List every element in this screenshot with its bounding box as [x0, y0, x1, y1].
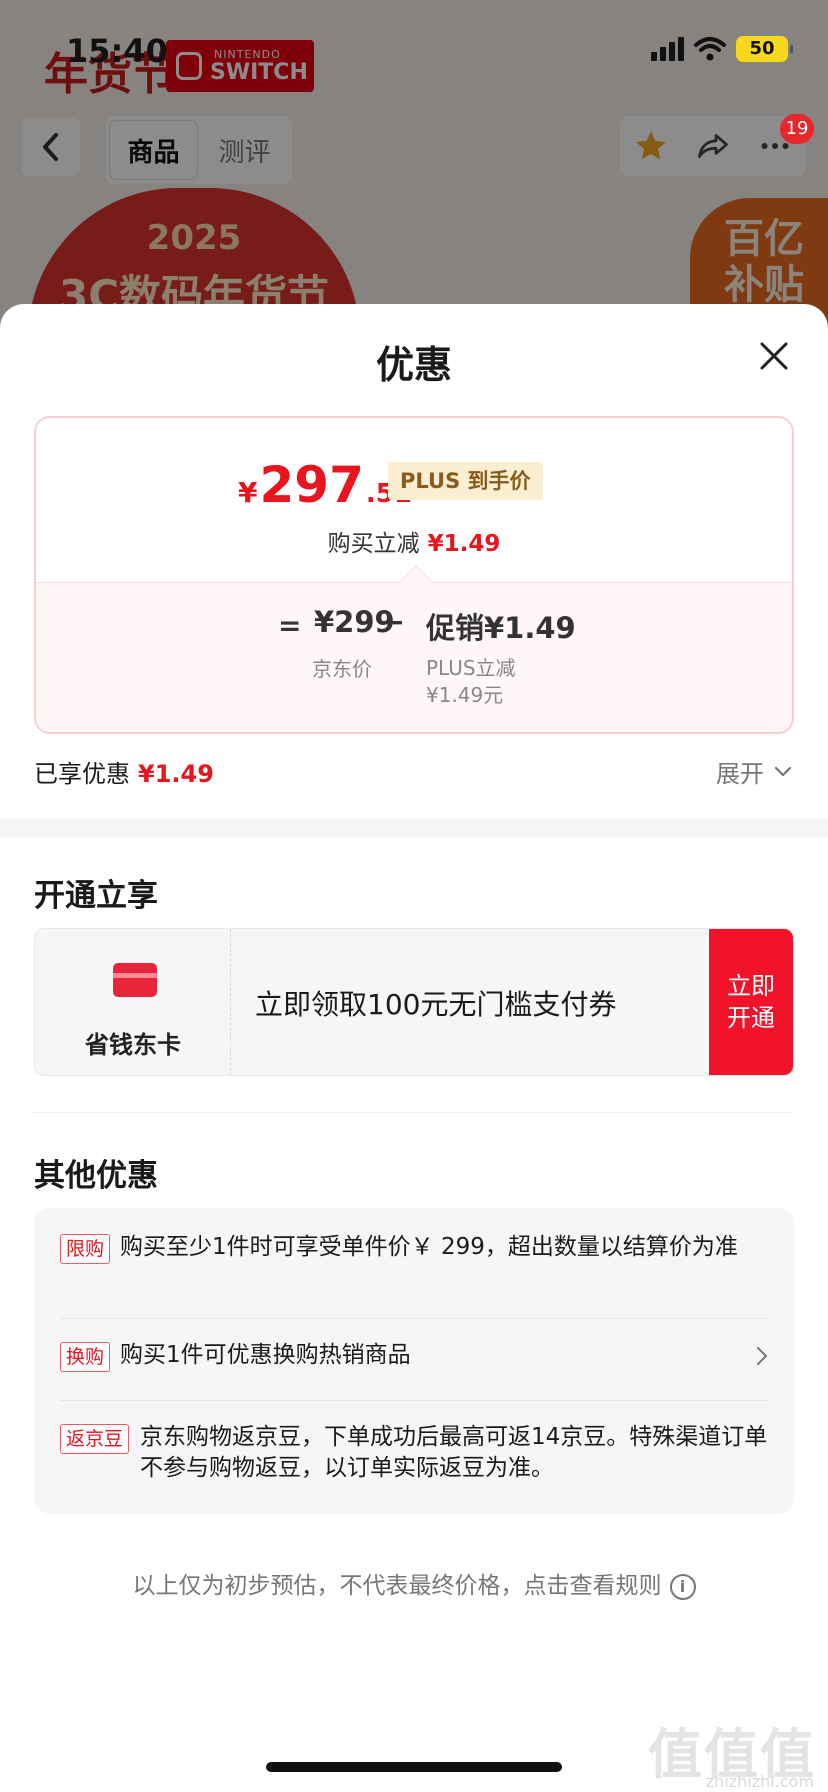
- share-icon[interactable]: [695, 128, 731, 164]
- jd-beans-tag: 返京豆: [60, 1424, 130, 1454]
- other-discounts-list: 限购 购买至少1件时可享受单件价￥ 299，超出数量以结算价为准 换购 购买1件…: [34, 1208, 794, 1514]
- list-item-exchange[interactable]: 换购 购买1件可优惠换购热销商品: [60, 1340, 768, 1380]
- wifi-icon: [694, 37, 726, 61]
- instant-reduction-value: ¥1.49: [427, 531, 501, 557]
- top-tab-bar: 商品 测评: [106, 116, 292, 184]
- final-price: ¥ 297 .51: [238, 456, 412, 514]
- back-button[interactable]: [22, 118, 80, 176]
- star-icon[interactable]: [633, 128, 669, 164]
- subsidy-badge-line2: 补贴: [724, 262, 804, 308]
- list-item-jd-beans: 返京豆 京东购物返京豆，下单成功后最高可返14京豆。特殊渠道订单不参与购物返豆，…: [60, 1422, 768, 1488]
- price-card: ¥ 297 .51 PLUS 到手价 购买立减 ¥1.49 = ¥299 − 促销…: [34, 416, 794, 734]
- divider-line: [34, 1112, 794, 1113]
- close-icon[interactable]: [756, 338, 792, 374]
- status-time: 15:40: [66, 32, 168, 70]
- subsidy-badge-line1: 百亿: [724, 216, 804, 262]
- credit-card-icon: [113, 963, 157, 997]
- exchange-tag: 换购: [60, 1342, 111, 1372]
- open-section-title: 开通立享: [34, 878, 158, 914]
- price-breakdown: = ¥299 − 促销¥1.49 京东价 PLUS立减 ¥1.49元: [36, 582, 792, 732]
- calc-promo: 促销¥1.49: [426, 611, 576, 645]
- battery-icon: 50: [736, 36, 793, 62]
- instant-reduction-label: 购买立减: [327, 531, 420, 557]
- enjoyed-discount-value: ¥1.49: [138, 760, 214, 788]
- info-icon[interactable]: i: [669, 1573, 696, 1600]
- calc-promo-label-line2: ¥1.49元: [426, 683, 504, 707]
- calc-minus: −: [380, 605, 406, 640]
- calc-promo-label: PLUS立减 ¥1.49元: [426, 655, 516, 709]
- card-name: 省钱东卡: [85, 1031, 181, 1059]
- list-separator: [60, 1400, 768, 1401]
- membership-card-offer[interactable]: 省钱东卡 立即领取100元无门槛支付券 立即 开通: [34, 928, 794, 1076]
- festival-banner-year: 2025: [146, 218, 242, 258]
- calc-jd-price-label: 京东价: [312, 657, 372, 681]
- switch-logo-icon: [176, 52, 202, 80]
- exchange-text: 购买1件可优惠换购热销商品: [120, 1342, 411, 1368]
- chevron-left-icon: [43, 133, 58, 161]
- price-currency: ¥: [238, 476, 258, 509]
- expand-button[interactable]: 展开: [716, 754, 792, 789]
- list-separator: [60, 1318, 768, 1319]
- open-now-button[interactable]: 立即 开通: [709, 929, 793, 1075]
- nintendo-switch-logo: NINTENDO SWITCH: [166, 40, 314, 92]
- enjoyed-discount-label: 已享优惠: [34, 760, 130, 788]
- chevron-down-icon: [774, 766, 792, 776]
- rules-footnote[interactable]: 以上仅为初步预估，不代表最终价格，点击查看规则 i: [0, 1566, 828, 1600]
- purchase-limit-text: 购买至少1件时可享受单件价￥ 299，超出数量以结算价为准: [120, 1234, 738, 1260]
- card-offer-text: 立即领取100元无门槛支付券: [255, 988, 617, 1021]
- open-now-line1: 立即: [727, 972, 775, 1000]
- open-now-line2: 开通: [727, 1004, 775, 1032]
- chevron-right-icon: [757, 1347, 767, 1365]
- tab-review[interactable]: 测评: [201, 121, 288, 179]
- home-indicator[interactable]: [266, 1762, 562, 1772]
- jd-beans-text: 京东购物返京豆，下单成功后最高可返14京豆。特殊渠道订单不参与购物返豆，以订单实…: [140, 1424, 768, 1481]
- status-icons: 50: [651, 36, 793, 62]
- rules-footnote-text: 以上仅为初步预估，不代表最终价格，点击查看规则: [132, 1573, 662, 1599]
- enjoyed-discount: 已享优惠 ¥1.49: [34, 754, 214, 789]
- cellular-signal-icon: [651, 37, 684, 61]
- price-card-top: ¥ 297 .51 PLUS 到手价 购买立减 ¥1.49: [36, 418, 792, 582]
- discount-sheet: 优惠 ¥ 297 .51 PLUS 到手价 购买立减 ¥1.49 = ¥299 −…: [0, 304, 828, 1792]
- plus-price-tag: PLUS 到手价: [388, 462, 543, 500]
- list-item-purchase-limit: 限购 购买至少1件时可享受单件价￥ 299，超出数量以结算价为准: [60, 1232, 768, 1292]
- price-integer: 297: [259, 456, 364, 514]
- purchase-limit-tag: 限购: [60, 1234, 111, 1264]
- other-section-title: 其他优惠: [34, 1158, 158, 1194]
- calc-promo-label-line1: PLUS立减: [426, 656, 516, 680]
- card-offer-left: 省钱东卡: [35, 929, 231, 1075]
- tab-product[interactable]: 商品: [110, 121, 197, 179]
- top-actions: [620, 116, 806, 176]
- expand-label: 展开: [716, 760, 764, 788]
- cart-count-badge: 19: [780, 114, 814, 144]
- watermark-url: zhizhizhi.com: [705, 1772, 814, 1791]
- calc-equals: =: [278, 609, 302, 642]
- sheet-title: 优惠: [375, 343, 452, 387]
- section-divider: [0, 818, 828, 838]
- instant-reduction: 购买立减 ¥1.49: [36, 524, 792, 558]
- switch-logo-text: SWITCH: [210, 60, 308, 85]
